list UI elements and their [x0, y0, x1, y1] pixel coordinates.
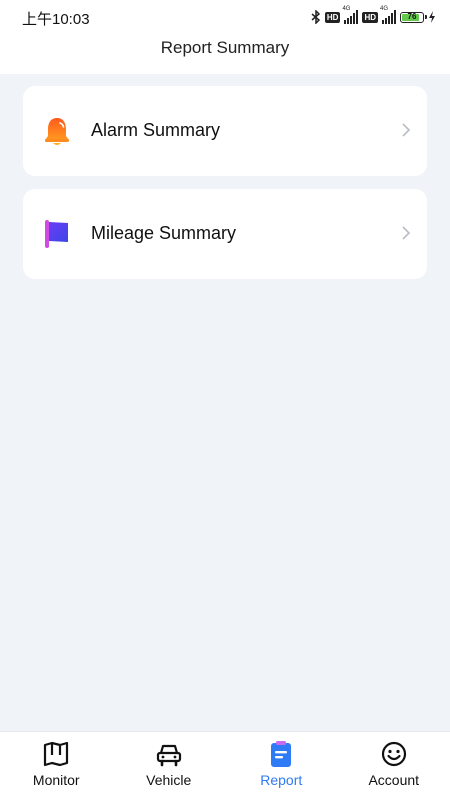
signal-icon-2: 4G	[382, 10, 396, 24]
alarm-summary-label: Alarm Summary	[91, 120, 220, 141]
flag-icon	[41, 218, 73, 250]
page-title: Report Summary	[161, 36, 289, 60]
tab-monitor[interactable]: Monitor	[0, 732, 113, 801]
chevron-right-icon	[401, 123, 411, 137]
hd-badge: HD	[325, 12, 341, 23]
status-bar: 上午10:03 HD 4G HD 4G 76	[0, 0, 450, 34]
network-type: 4G	[342, 6, 350, 12]
tab-report-label: Report	[260, 772, 302, 788]
bottom-tab-bar: Monitor Vehicle Report Account	[0, 731, 450, 801]
car-icon	[155, 740, 183, 768]
tab-vehicle-label: Vehicle	[146, 772, 191, 788]
page-header: Report Summary	[0, 34, 450, 74]
status-icons: HD 4G HD 4G 76	[311, 8, 436, 26]
tab-account[interactable]: Account	[338, 732, 450, 801]
battery-icon: 76	[400, 12, 424, 23]
smiley-icon	[380, 740, 408, 768]
chevron-right-icon	[401, 226, 411, 240]
hd-badge-2: HD	[362, 12, 378, 23]
tab-report[interactable]: Report	[225, 732, 338, 801]
alarm-summary-item[interactable]: Alarm Summary	[23, 86, 427, 176]
network-type-2: 4G	[380, 6, 388, 12]
tab-vehicle[interactable]: Vehicle	[113, 732, 226, 801]
bell-icon	[41, 115, 73, 147]
battery-level: 76	[401, 12, 423, 21]
charging-icon	[428, 11, 436, 23]
bluetooth-icon	[311, 10, 321, 24]
signal-icon: 4G	[344, 10, 358, 24]
tab-monitor-label: Monitor	[33, 772, 80, 788]
map-icon	[42, 740, 70, 768]
mileage-summary-label: Mileage Summary	[91, 223, 236, 244]
report-icon	[267, 740, 295, 768]
tab-account-label: Account	[368, 772, 419, 788]
status-time: 上午10:03	[22, 8, 90, 29]
mileage-summary-item[interactable]: Mileage Summary	[23, 189, 427, 279]
